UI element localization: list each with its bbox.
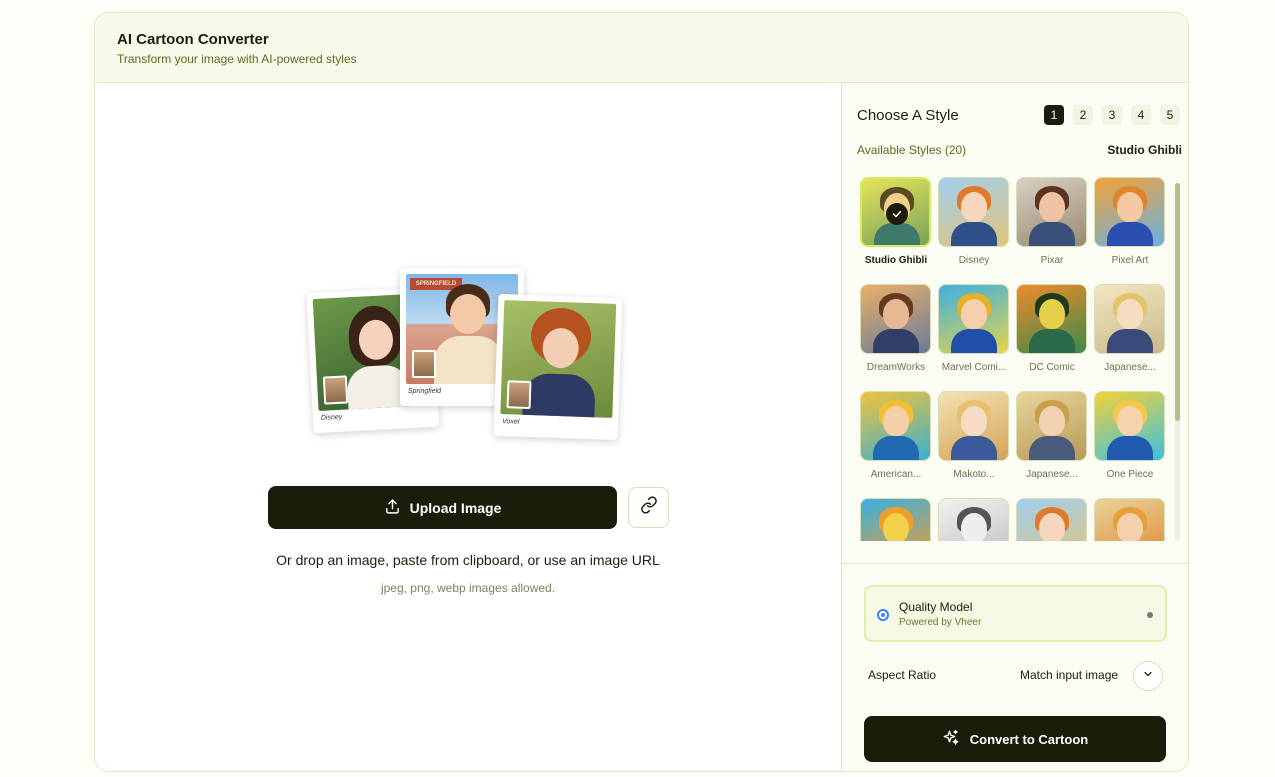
- style-tile-japanese-style[interactable]: Japanese...: [1016, 391, 1088, 480]
- style-tile-13[interactable]: [860, 498, 932, 541]
- example-illustration: Disney SPRINGFIELD Springfield Voxel: [300, 268, 640, 448]
- card-header: AI Cartoon Converter Transform your imag…: [95, 13, 1188, 83]
- page-button-2[interactable]: 2: [1073, 105, 1093, 125]
- style-label: DreamWorks: [866, 362, 926, 373]
- convert-label: Convert to Cartoon: [969, 731, 1089, 747]
- upload-icon: [384, 498, 401, 518]
- style-tile-american-cartoon[interactable]: American...: [860, 391, 932, 480]
- source-thumb: [322, 375, 349, 405]
- upload-image-label: Upload Image: [409, 499, 502, 516]
- style-tile-14[interactable]: [938, 498, 1010, 541]
- style-tile-disney[interactable]: Disney: [938, 177, 1010, 266]
- style-label: Japanese...: [1104, 362, 1156, 373]
- style-tile-pixar[interactable]: Pixar: [1016, 177, 1088, 266]
- style-tile-16[interactable]: [1094, 498, 1166, 541]
- style-label: DC Comic: [1029, 362, 1075, 373]
- app-subtitle: Transform your image with AI-powered sty…: [117, 52, 357, 66]
- style-tile-japanese-anime[interactable]: Japanese...: [1094, 284, 1166, 373]
- model-name: Quality Model: [899, 600, 973, 614]
- allowed-formats: jpeg, png, webp images allowed.: [380, 581, 556, 595]
- style-tile-studio-ghibli[interactable]: Studio Ghibli: [860, 177, 932, 266]
- style-label: One Piece: [1106, 469, 1154, 480]
- style-label: American...: [870, 469, 922, 480]
- style-tile-15[interactable]: [1016, 498, 1088, 541]
- divider: [842, 563, 1188, 564]
- choose-style-title: Choose A Style: [857, 107, 959, 124]
- aspect-ratio-dropdown[interactable]: [1133, 661, 1163, 691]
- convert-to-cartoon-button[interactable]: Convert to Cartoon: [864, 716, 1166, 762]
- style-label: Studio Ghibli: [864, 255, 928, 266]
- style-label: Pixar: [1040, 255, 1064, 266]
- upload-image-button[interactable]: Upload Image: [268, 486, 617, 529]
- style-tile-one-piece[interactable]: One Piece: [1094, 391, 1166, 480]
- upload-pane[interactable]: Disney SPRINGFIELD Springfield Voxel Upl…: [95, 83, 841, 771]
- style-grid[interactable]: Studio Ghibli Disney Pixar Pixel Art Dre…: [860, 177, 1170, 541]
- drop-instructions: Or drop an image, paste from clipboard, …: [276, 552, 660, 568]
- style-pane: Choose A Style 1 2 3 4 5 Available Style…: [841, 83, 1188, 771]
- style-tile-dc-comic[interactable]: DC Comic: [1016, 284, 1088, 373]
- image-url-button[interactable]: [628, 487, 669, 528]
- app-title: AI Cartoon Converter: [117, 31, 269, 48]
- style-tile-dreamworks[interactable]: DreamWorks: [860, 284, 932, 373]
- check-icon: [886, 203, 908, 225]
- chevron-down-icon: [1142, 667, 1154, 685]
- page-button-5[interactable]: 5: [1160, 105, 1180, 125]
- page-button-3[interactable]: 3: [1102, 105, 1122, 125]
- status-dot-icon: [1147, 612, 1153, 618]
- style-label: Japanese...: [1026, 469, 1078, 480]
- style-label: Makoto...: [953, 469, 995, 480]
- style-grid-scrollbar-thumb[interactable]: [1175, 183, 1180, 421]
- selected-style-name: Studio Ghibli: [1107, 143, 1182, 157]
- model-radio[interactable]: [877, 609, 889, 621]
- page-button-1[interactable]: 1: [1044, 105, 1064, 125]
- style-label: Disney: [958, 255, 990, 266]
- sparkle-icon: [942, 729, 960, 750]
- converter-card: AI Cartoon Converter Transform your imag…: [94, 12, 1189, 772]
- polaroid-voxel: Voxel: [493, 293, 623, 441]
- source-thumb: [412, 350, 436, 378]
- available-styles-count: Available Styles (20): [857, 143, 967, 157]
- style-pagination: 1 2 3 4 5: [1044, 105, 1180, 125]
- style-tile-makoto-shinkai[interactable]: Makoto...: [938, 391, 1010, 480]
- link-icon: [640, 496, 658, 519]
- style-tile-pixel-art[interactable]: Pixel Art: [1094, 177, 1166, 266]
- quality-model-option[interactable]: Quality Model Powered by Vheer: [864, 585, 1167, 642]
- aspect-ratio-value[interactable]: Match input image: [1020, 668, 1118, 682]
- source-thumb: [506, 380, 532, 410]
- style-tile-marvel-comics[interactable]: Marvel Comi...: [938, 284, 1010, 373]
- style-label: Pixel Art: [1111, 255, 1149, 266]
- page-button-4[interactable]: 4: [1131, 105, 1151, 125]
- model-powered-by: Powered by Vheer: [899, 617, 982, 628]
- style-label: Marvel Comi...: [941, 362, 1007, 373]
- aspect-ratio-label: Aspect Ratio: [868, 668, 937, 682]
